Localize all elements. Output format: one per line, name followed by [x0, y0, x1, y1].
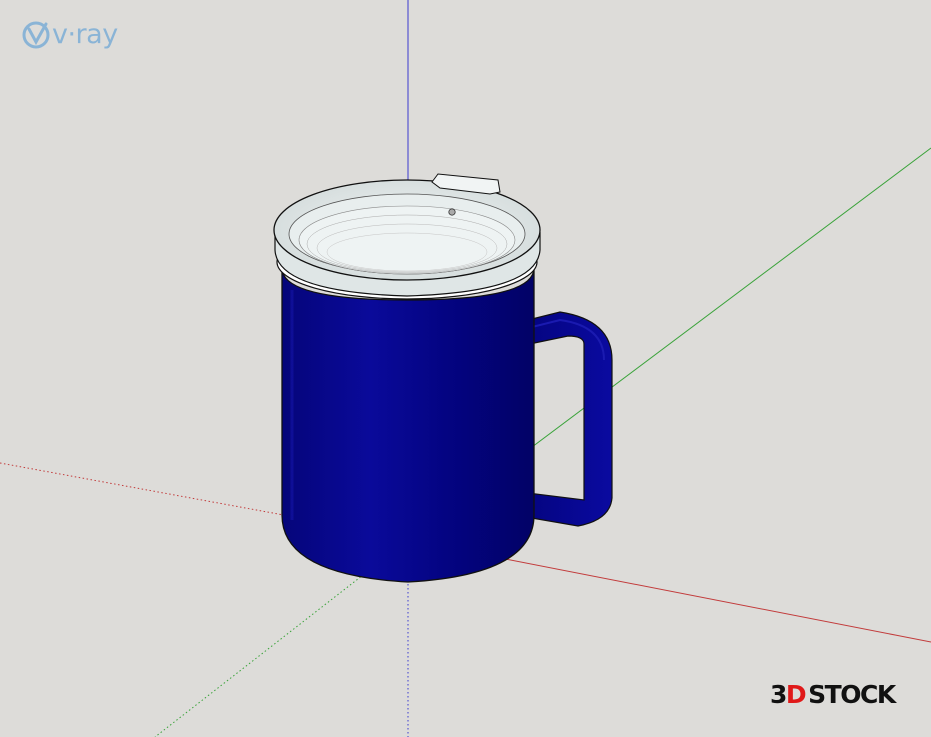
vray-v-icon: [22, 21, 50, 49]
3dstock-suffix: STOCK: [808, 679, 896, 709]
scene-canvas[interactable]: [0, 0, 931, 737]
3dstock-watermark: 3 D STOCK: [770, 676, 896, 712]
vray-watermark: v·ray: [22, 18, 118, 52]
3dstock-prefix: 3: [770, 679, 787, 709]
3d-viewport[interactable]: v·ray 3 D STOCK: [0, 0, 931, 737]
vray-wordmark: v·ray: [52, 18, 118, 50]
3dstock-accent: D: [785, 679, 807, 709]
mug-body[interactable]: [281, 267, 535, 583]
mug-lid[interactable]: [273, 173, 541, 300]
